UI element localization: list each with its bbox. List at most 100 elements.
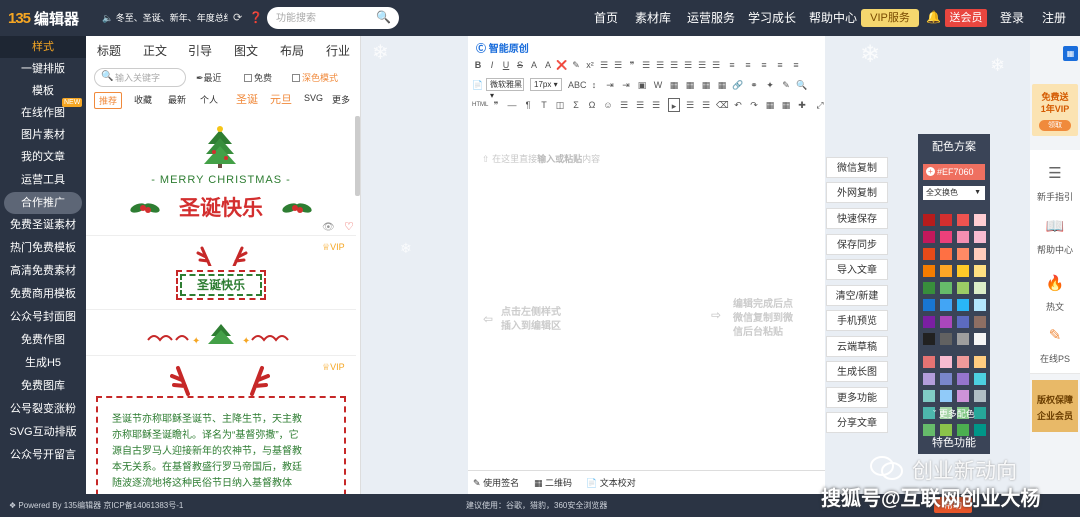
color-swatch[interactable]	[940, 390, 952, 402]
bg-color-button[interactable]: A	[542, 58, 554, 72]
color-swatch[interactable]	[923, 265, 935, 277]
sidebar-item-gallery[interactable]: 免费图库	[0, 375, 86, 397]
sidebar-item-free-design[interactable]: 免费作图	[0, 329, 86, 351]
sidebar-item-commercial[interactable]: 免费商用模板	[0, 283, 86, 305]
vip-service-button[interactable]: VIP服务	[861, 9, 919, 27]
dark-mode-checkbox[interactable]: 深色模式	[292, 71, 338, 84]
sidebar-item-free-xmas[interactable]: 免费圣诞素材	[0, 214, 86, 236]
nav-help-center[interactable]: 帮助中心	[809, 0, 857, 36]
filter-new-year[interactable]: 元旦	[270, 91, 292, 107]
function-search-input[interactable]	[276, 10, 376, 26]
sidebar-item-hot-templates[interactable]: 热门免费模板	[0, 237, 86, 259]
line-icon[interactable]: ―	[506, 98, 518, 112]
color-swatch[interactable]	[940, 333, 952, 345]
login-link[interactable]: 登录	[1000, 0, 1024, 36]
list-icon[interactable]: ☰	[598, 58, 610, 72]
list-icon[interactable]: ☰	[668, 58, 680, 72]
filter-personal[interactable]: 个人	[200, 93, 218, 106]
color-swatch[interactable]	[923, 390, 935, 402]
list-icon[interactable]: ☰	[640, 58, 652, 72]
color-swatch[interactable]	[940, 248, 952, 260]
superscript-icon[interactable]: x²	[584, 58, 596, 72]
quick-save-button[interactable]: 快速保存	[826, 208, 888, 229]
cloud-draft-button[interactable]: 云端草稿	[826, 336, 888, 357]
color-swatch[interactable]	[974, 316, 986, 328]
color-swatch[interactable]	[974, 282, 986, 294]
paragraph-icon[interactable]: ¶	[522, 98, 534, 112]
logo[interactable]: 135 编辑器	[8, 6, 79, 30]
editor-placeholder[interactable]: ⇧ 在这里直接输入或粘贴内容	[482, 152, 600, 165]
color-swatch[interactable]	[940, 356, 952, 368]
template-card-christmas-title[interactable]: - MERRY CHRISTMAS - 圣诞快乐 👁 ♡	[86, 116, 356, 236]
omega-icon[interactable]: Ω	[586, 98, 598, 112]
color-swatch[interactable]	[940, 282, 952, 294]
list-icon[interactable]: ☰	[634, 98, 646, 112]
list-icon[interactable]: ☰	[700, 98, 712, 112]
list-icon[interactable]: ☰	[654, 58, 666, 72]
template-card-christmas-article[interactable]: ♕VIP 圣诞节亦称耶稣圣诞节、主降生节，天主教 亦称耶稣圣诞瞻礼。译名为“基督…	[86, 358, 356, 494]
bold-button[interactable]: B	[472, 58, 484, 72]
heart-icon[interactable]: ♡	[344, 220, 354, 233]
align-justify-icon[interactable]: ≡	[774, 58, 786, 72]
nav-home[interactable]: 首页	[594, 0, 618, 36]
font-size-select[interactable]: 17px ▾	[530, 78, 562, 91]
color-swatch[interactable]	[974, 231, 986, 243]
letter-spacing-icon[interactable]: ABC	[568, 78, 587, 92]
indent-icon[interactable]: ⇥	[604, 78, 616, 92]
split-icon[interactable]: ◫	[554, 98, 566, 112]
color-swatch[interactable]	[940, 231, 952, 243]
tab-body[interactable]: 正文	[143, 42, 167, 59]
tab-guide[interactable]: 引导	[188, 42, 212, 59]
tab-image-text[interactable]: 图文	[234, 42, 258, 59]
filter-christmas[interactable]: 圣诞	[236, 91, 258, 107]
color-swatch[interactable]	[940, 373, 952, 385]
sidebar-item-partnership[interactable]: 合作推广	[4, 192, 82, 214]
filter-recommended[interactable]: 推荐	[94, 92, 123, 109]
clear-icon[interactable]: ▸	[668, 98, 680, 112]
image-icon[interactable]: ▣	[636, 78, 648, 92]
word-icon[interactable]: W	[652, 78, 664, 92]
sidebar-item-styles[interactable]: 样式	[0, 36, 86, 58]
nav-operations[interactable]: 运营服务	[687, 0, 735, 36]
template-search-input[interactable]	[115, 71, 181, 84]
color-swatch[interactable]	[957, 373, 969, 385]
filter-more[interactable]: 更多	[332, 93, 350, 106]
nav-learning[interactable]: 学习成长	[748, 0, 796, 36]
list-icon[interactable]: ☰	[696, 58, 708, 72]
zoom-icon[interactable]: 🔍	[796, 78, 808, 92]
list-icon[interactable]: ☰	[618, 98, 630, 112]
line-height-icon[interactable]: ↕	[588, 78, 600, 92]
refresh-icon[interactable]: ⟳	[233, 11, 242, 24]
external-copy-button[interactable]: 外网复制	[826, 182, 888, 203]
delete-icon[interactable]: ⌫	[716, 98, 729, 112]
color-swatch[interactable]	[957, 299, 969, 311]
color-swatch[interactable]	[957, 390, 969, 402]
color-swatch[interactable]	[957, 231, 969, 243]
pen-icon[interactable]: ✎	[780, 78, 792, 92]
table-icon[interactable]: ▦	[780, 98, 792, 112]
color-swatch[interactable]	[974, 248, 986, 260]
help-center-button[interactable]: 📖 帮助中心	[1030, 203, 1080, 265]
underline-button[interactable]: U	[500, 58, 512, 72]
more-colors-button[interactable]: ˇ 更多配色	[918, 407, 990, 420]
list-icon[interactable]: ☰	[710, 58, 722, 72]
text-icon[interactable]: T	[538, 98, 550, 112]
color-swatch[interactable]	[923, 356, 935, 368]
template-card-christmas-badge[interactable]: ♕VIP 圣诞快乐	[86, 238, 356, 310]
gift-member-button[interactable]: 送会员	[945, 9, 987, 27]
color-swatch[interactable]	[957, 316, 969, 328]
fullscreen-icon[interactable]: ⤢	[814, 98, 826, 112]
claim-button[interactable]: 领取	[1039, 120, 1071, 131]
color-swatch[interactable]	[957, 248, 969, 260]
align-right-icon[interactable]: ≡	[758, 58, 770, 72]
align-left-icon[interactable]: ≡	[726, 58, 738, 72]
quote-icon[interactable]: ❞	[490, 98, 502, 112]
color-swatch[interactable]	[940, 299, 952, 311]
sidebar-item-my-articles[interactable]: 我的文章	[0, 146, 86, 168]
sigma-icon[interactable]: Σ	[570, 98, 582, 112]
align-center-icon[interactable]: ≡	[742, 58, 754, 72]
tab-layout[interactable]: 布局	[280, 42, 304, 59]
page-icon[interactable]: 📄	[472, 78, 484, 92]
current-color-input[interactable]: + #EF7060	[923, 164, 985, 180]
undo-icon[interactable]: ↶	[732, 98, 744, 112]
